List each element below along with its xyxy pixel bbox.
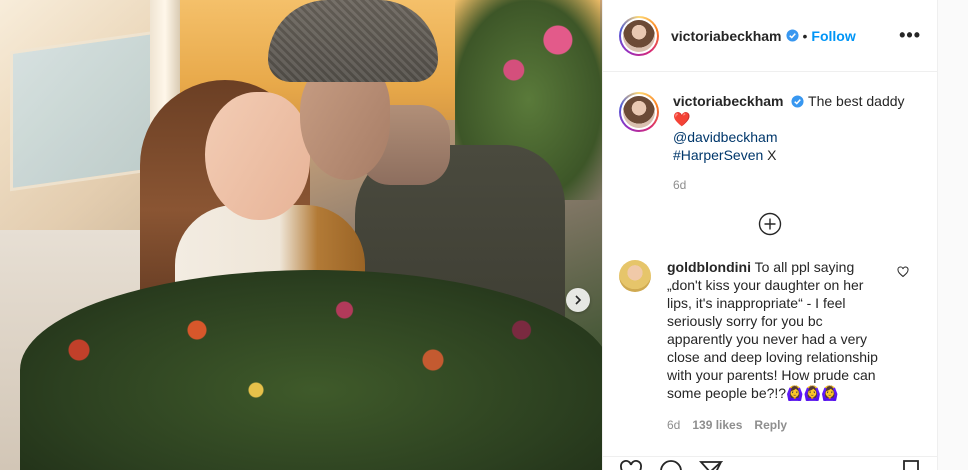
commenter-username[interactable]: goldblondini: [667, 259, 751, 275]
caption-suffix: X: [763, 147, 777, 163]
commenter-avatar[interactable]: [619, 260, 651, 292]
comment-like-heart-icon[interactable]: [897, 266, 909, 278]
caption-hashtag-link[interactable]: #HarperSeven: [673, 147, 763, 163]
next-photo-button[interactable]: [566, 288, 590, 312]
photo-flat-cap: [268, 0, 438, 82]
bookmark-icon[interactable]: [899, 459, 923, 470]
comment-timestamp[interactable]: 6d: [667, 416, 680, 434]
caption-mention-link[interactable]: @davidbeckham: [673, 129, 778, 145]
header-separator: •: [802, 27, 808, 44]
caption-avatar[interactable]: [619, 92, 659, 132]
photo-girl-face: [205, 92, 310, 220]
post-photo[interactable]: [0, 0, 602, 470]
verified-badge-icon: [791, 95, 804, 108]
comment-text: To all ppl saying „don't kiss your daugh…: [667, 259, 878, 401]
comment-body: goldblondini To all ppl saying „don't ki…: [667, 258, 887, 434]
post-header: victoriabeckham • Follow •••: [603, 0, 937, 72]
comment-icon[interactable]: [659, 459, 683, 470]
author-username[interactable]: victoriabeckham: [671, 28, 782, 44]
caption-username[interactable]: victoriabeckham: [673, 93, 784, 109]
load-more-comments[interactable]: [603, 212, 937, 236]
comment-item: goldblondini To all ppl saying „don't ki…: [603, 236, 937, 434]
caption-body: The best daddy: [808, 93, 905, 109]
chevron-right-icon: [575, 295, 582, 305]
caption-heart-emoji: ❤️: [673, 111, 691, 127]
comment-meta: 6d 139 likes Reply: [667, 416, 887, 434]
post-side-panel: victoriabeckham • Follow ••• victoriabec…: [602, 0, 939, 470]
plus-circle-icon[interactable]: [758, 212, 782, 236]
author-avatar[interactable]: [619, 15, 659, 56]
verified-badge-icon: [785, 29, 799, 42]
post-action-bar: [603, 456, 939, 470]
heart-icon[interactable]: [619, 459, 643, 470]
comment-reply-button[interactable]: Reply: [754, 416, 787, 434]
share-icon[interactable]: [699, 459, 723, 470]
photo-bouquet: [20, 270, 602, 470]
follow-button[interactable]: Follow: [811, 28, 855, 44]
more-options-icon[interactable]: •••: [899, 25, 921, 46]
comment-likes[interactable]: 139 likes: [692, 416, 742, 434]
caption-text: victoriabeckham The best daddy ❤️ @davidb…: [673, 92, 921, 194]
page-right-gutter: [938, 0, 968, 470]
comment-emoji: 🙆‍♀️🙆‍♀️🙆‍♀️: [786, 385, 839, 401]
caption-timestamp[interactable]: 6d: [673, 176, 921, 194]
post-caption: victoriabeckham The best daddy ❤️ @davidb…: [603, 72, 937, 194]
